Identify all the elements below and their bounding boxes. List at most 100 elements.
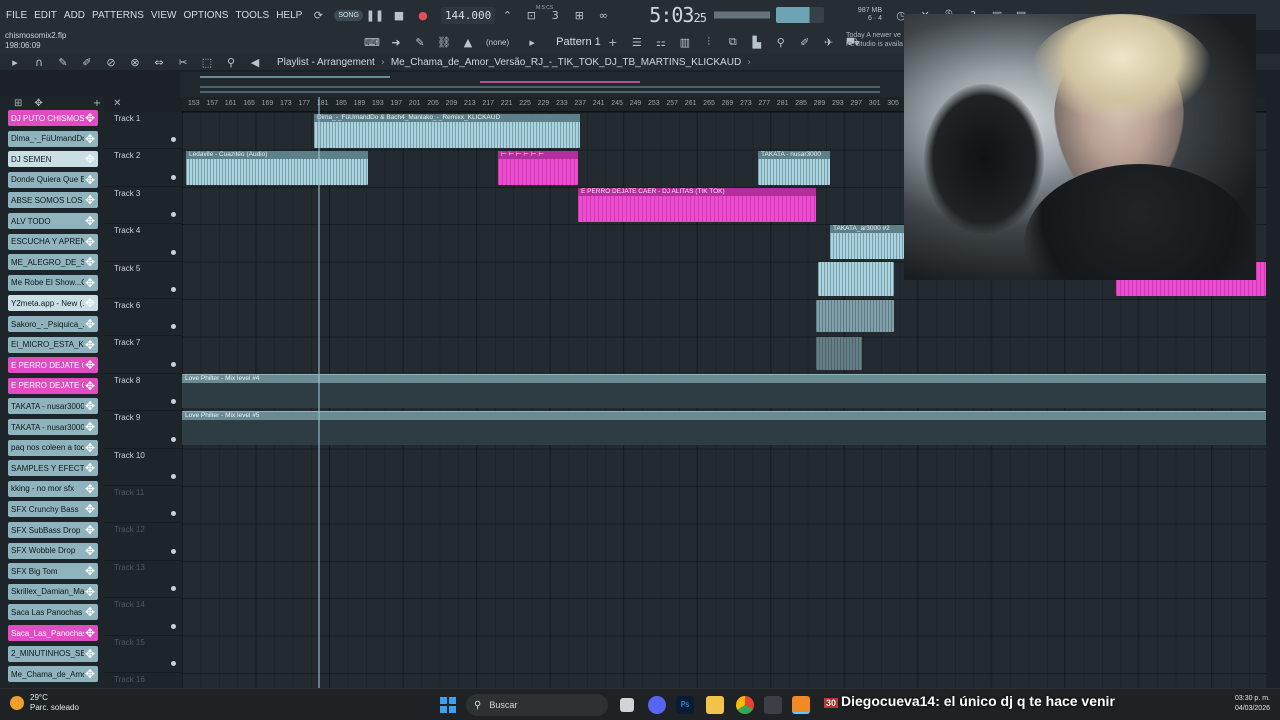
song-mode-button[interactable]: SONG bbox=[334, 9, 363, 21]
track-mute-led[interactable] bbox=[171, 324, 176, 330]
drag-handle-icon[interactable]: ✥ bbox=[84, 338, 96, 352]
patcher-icon[interactable]: ✈ bbox=[820, 33, 838, 51]
picker-clip-item[interactable]: E PERRO DEJATE CAE...✥ bbox=[8, 377, 98, 394]
track-header[interactable]: Track 9 bbox=[104, 411, 182, 449]
picker-clip-item[interactable]: TAKATA - nusar3000... ✥ bbox=[8, 419, 98, 435]
track-mute-led[interactable] bbox=[171, 286, 176, 292]
clip-dima[interactable]: Dima_-_FüUmandDo & Bach4_Manlako_-_Remix… bbox=[314, 114, 580, 148]
browser-icon[interactable]: ▙ bbox=[748, 33, 766, 51]
picker-clip-item[interactable]: Skrillex_Damian_Mar...✥ bbox=[8, 583, 98, 600]
menu-view[interactable]: VIEW bbox=[148, 10, 181, 21]
clip-takata-1[interactable]: TAKATA - nusar3000 bbox=[758, 151, 830, 185]
mixer-icon[interactable]: ⫶ bbox=[700, 33, 718, 51]
track-mute-led[interactable] bbox=[171, 361, 176, 367]
clip-perro[interactable]: E PERRO DEJATE CAER - DJ ALITAS (TIK TOK… bbox=[578, 188, 816, 222]
drag-handle-icon[interactable]: ✥ bbox=[84, 193, 96, 207]
picker-clip-item[interactable]: SFX SubBass Drop ✥ bbox=[8, 522, 98, 538]
picker-clip-item[interactable]: SFX Big Tom ✥ bbox=[8, 563, 98, 580]
picker-close-icon[interactable]: ✕ bbox=[113, 98, 121, 109]
picker-clip-item[interactable]: Saca_Las_Panochas_...✥ bbox=[8, 625, 98, 641]
picker-clip-item[interactable]: TAKATA - nusar3000 ✥ bbox=[8, 398, 98, 415]
picker-clip-item[interactable]: SFX Crunchy Bass ✥ bbox=[8, 501, 98, 518]
drag-handle-icon[interactable]: ✥ bbox=[84, 173, 96, 187]
track-header[interactable]: Track 5 bbox=[104, 262, 182, 299]
photoshop-icon[interactable]: Ps bbox=[676, 696, 694, 714]
drag-handle-icon[interactable]: ✥ bbox=[84, 358, 96, 372]
drag-handle-icon[interactable]: ✥ bbox=[84, 461, 96, 475]
track-mute-led[interactable] bbox=[171, 137, 176, 143]
track-header[interactable]: Track 4 bbox=[104, 224, 182, 262]
menu-file[interactable]: FILE bbox=[0, 10, 31, 21]
track-header[interactable]: Track 11 bbox=[104, 486, 182, 524]
menu-add[interactable]: ADD bbox=[61, 10, 89, 21]
clip-ledavile[interactable]: Ledavile - Cuazitéo (Audio) bbox=[186, 151, 368, 185]
drag-handle-icon[interactable]: ✥ bbox=[84, 482, 96, 496]
plugin-icon[interactable]: ⧉ bbox=[724, 33, 742, 51]
drag-handle-icon[interactable]: ✥ bbox=[84, 585, 96, 599]
draw-tool-icon[interactable]: ✎ bbox=[54, 53, 72, 71]
drag-handle-icon[interactable]: ✥ bbox=[84, 564, 96, 578]
picker-clip-item[interactable]: kking - no mor sfx ✥ bbox=[8, 480, 98, 497]
clip-mix-level-4[interactable]: Love Philter - Mix level #4 bbox=[182, 374, 1266, 408]
picker-clip-item[interactable]: El_MICRO_ESTA_KLIE...✥ bbox=[8, 336, 98, 353]
picker-clip-item[interactable]: DJ PUTO CHISMOSO ✥ bbox=[8, 110, 98, 126]
picker-clip-item[interactable]: paq nos coleen a tod... ✥ bbox=[8, 439, 98, 456]
track-header[interactable]: Track 14 bbox=[104, 598, 182, 636]
track-mute-led[interactable] bbox=[171, 586, 176, 592]
picker-clip-item[interactable]: Me_Chama_de_Amor...✥ bbox=[8, 666, 98, 683]
drag-handle-icon[interactable]: ✥ bbox=[84, 399, 96, 413]
picker-clip-item[interactable]: ESCUCHA Y APRENDE✥ bbox=[8, 233, 98, 250]
magnet-icon[interactable]: ∩ bbox=[30, 53, 48, 71]
track-mute-led[interactable] bbox=[171, 548, 176, 554]
menu-tools[interactable]: TOOLS bbox=[232, 10, 273, 21]
track-mute-led[interactable] bbox=[171, 174, 176, 180]
clip-sfx-b[interactable] bbox=[816, 300, 894, 332]
clip-pink-chop[interactable]: ⊢ ⊢ ⊢ ⊢ ⊢ ⊢ bbox=[498, 151, 578, 185]
loop-icon[interactable]: ⟳ bbox=[309, 6, 327, 24]
drag-handle-icon[interactable]: ✥ bbox=[84, 502, 96, 516]
track-header[interactable]: Track 6 bbox=[104, 299, 182, 337]
file-explorer-icon[interactable] bbox=[706, 696, 724, 714]
windows-start-icon[interactable] bbox=[440, 697, 456, 713]
picker-grid-icon[interactable]: ⊞ bbox=[14, 98, 22, 109]
slip-tool-icon[interactable]: ⇔ bbox=[150, 53, 168, 71]
channel-rack-icon[interactable]: ▥ bbox=[676, 33, 694, 51]
picker-clip-item[interactable]: DJ SEMEN ✥ bbox=[8, 151, 98, 168]
track-mute-led[interactable] bbox=[171, 212, 176, 218]
playback-tool-icon[interactable]: ◀ bbox=[246, 53, 264, 71]
drag-handle-icon[interactable]: ✥ bbox=[84, 235, 96, 249]
task-view-icon[interactable] bbox=[620, 698, 634, 712]
clip-takata-2[interactable]: TAKATA_ar3000 #2 bbox=[830, 225, 904, 259]
track-header[interactable]: Track 15 bbox=[104, 636, 182, 673]
preset-selector[interactable]: (none) bbox=[486, 38, 509, 47]
slice-tool-icon[interactable]: ✂ bbox=[174, 53, 192, 71]
drag-handle-icon[interactable]: ✥ bbox=[84, 626, 96, 640]
menu-edit[interactable]: EDIT bbox=[31, 10, 61, 21]
next-icon[interactable]: ▸ bbox=[523, 33, 541, 51]
pause-icon[interactable]: ❚❚ bbox=[366, 6, 384, 24]
brush-icon[interactable]: ✐ bbox=[796, 33, 814, 51]
drag-handle-icon[interactable]: ✥ bbox=[84, 667, 96, 681]
track-header[interactable]: Track 7 bbox=[104, 336, 182, 374]
track-header[interactable]: Track 10 bbox=[104, 449, 182, 486]
picker-clip-item[interactable]: Sakoro_-_Psiquica_... ✥ bbox=[8, 316, 98, 332]
playlist-icon[interactable]: ☰ bbox=[628, 33, 646, 51]
plugin-picker-icon[interactable]: ⚲ bbox=[772, 33, 790, 51]
taskbar-clock[interactable]: 03:30 p. m. 04/03/2026 bbox=[1235, 694, 1270, 714]
track-mute-led[interactable] bbox=[171, 399, 176, 405]
picker-move-icon[interactable]: ✥ bbox=[34, 98, 42, 109]
menu-help[interactable]: HELP bbox=[273, 10, 306, 21]
arrangement-name[interactable]: Me_Chama_de_Amor_Versão_RJ_-_TIK_TOK_DJ_… bbox=[391, 57, 741, 68]
drag-handle-icon[interactable]: ✥ bbox=[84, 214, 96, 228]
clip-sfx-c[interactable] bbox=[816, 337, 862, 370]
picker-clip-item[interactable]: Saca Las Panochas Vi...✥ bbox=[8, 604, 98, 621]
stop-icon[interactable]: ■ bbox=[390, 6, 408, 24]
picker-clip-item[interactable]: 2_MINUTINHOS_SEM...✥ bbox=[8, 645, 98, 662]
drag-handle-icon[interactable]: ✥ bbox=[84, 544, 96, 558]
chrome-icon[interactable] bbox=[736, 696, 754, 714]
delete-tool-icon[interactable]: ⊘ bbox=[102, 53, 120, 71]
track-header[interactable]: Track 1 bbox=[104, 112, 182, 150]
metronome-icon[interactable]: ⌃ bbox=[498, 6, 516, 24]
drag-handle-icon[interactable]: ✥ bbox=[84, 111, 96, 125]
track-mute-led[interactable] bbox=[171, 249, 176, 255]
